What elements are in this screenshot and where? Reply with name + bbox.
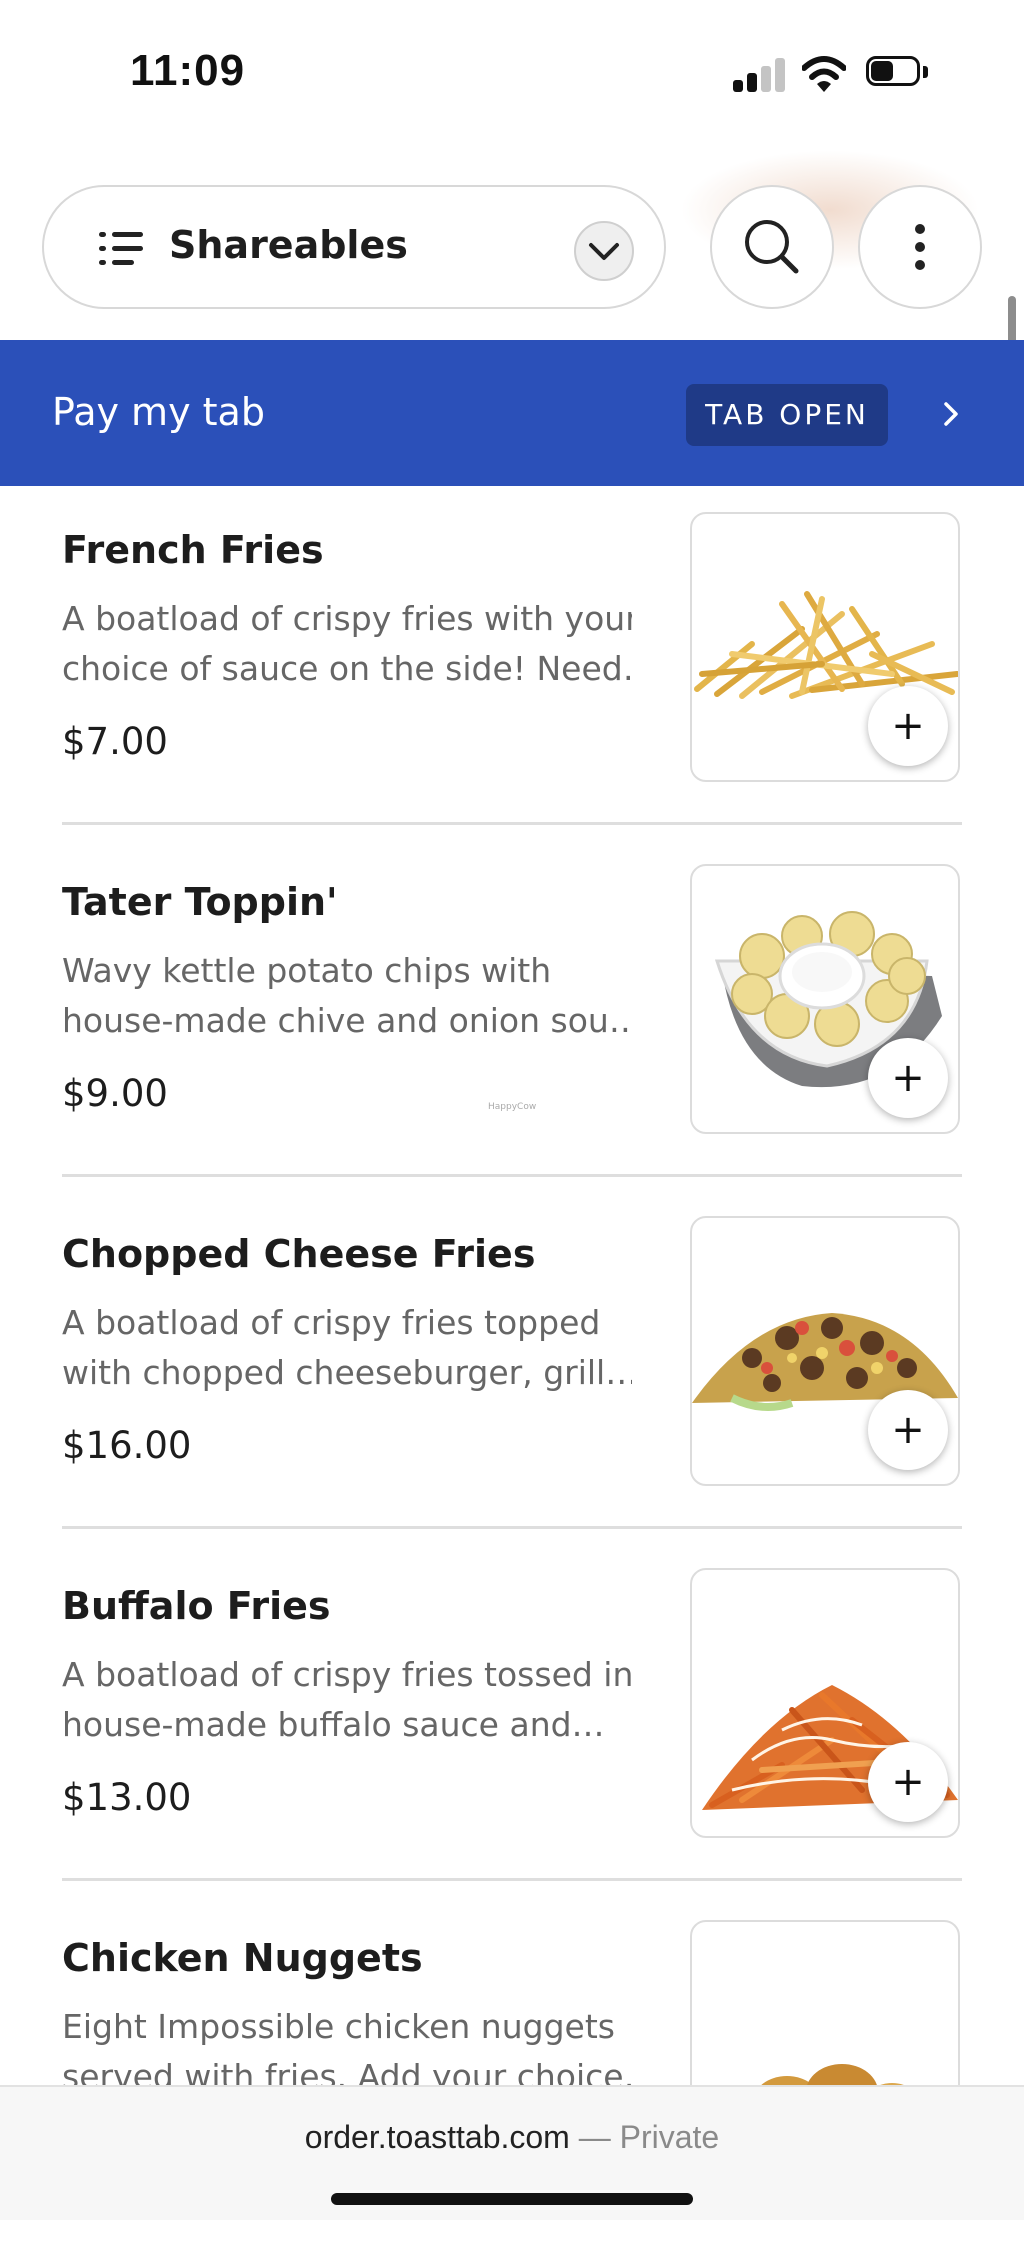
item-description-line: Wavy kettle potato chips with: [62, 951, 552, 990]
home-indicator[interactable]: [331, 2193, 693, 2205]
browser-address-bar[interactable]: order.toasttab.com — Private: [0, 2085, 1024, 2220]
menu-item[interactable]: Tater Toppin' Wavy kettle potato chips w…: [0, 838, 1024, 1190]
menu-item-list: French Fries A boatload of crispy fries …: [0, 486, 1024, 2246]
menu-item[interactable]: French Fries A boatload of crispy fries …: [0, 486, 1024, 838]
menu-item[interactable]: Chopped Cheese Fries A boatload of crisp…: [0, 1190, 1024, 1542]
item-description: A boatload of crispy fries tossed in hou…: [62, 1650, 632, 1750]
search-icon: [745, 220, 799, 274]
category-label: Shareables: [169, 223, 408, 267]
more-vertical-icon: [915, 224, 925, 270]
item-name: Chopped Cheese Fries: [62, 1232, 536, 1276]
item-description-line: with chopped cheeseburger, grill…: [62, 1353, 632, 1392]
category-selector[interactable]: Shareables: [42, 185, 666, 309]
item-price: $7.00: [62, 720, 168, 763]
list-icon: [99, 232, 143, 266]
add-item-button[interactable]: +: [868, 1038, 948, 1118]
pay-my-tab-banner[interactable]: Pay my tab TAB OPEN: [0, 340, 1024, 486]
divider: [62, 1526, 962, 1529]
add-item-button[interactable]: +: [868, 1742, 948, 1822]
item-name: Buffalo Fries: [62, 1584, 331, 1628]
url-domain: order.toasttab.com: [304, 2119, 570, 2155]
item-description: A boatload of crispy fries with your cho…: [62, 594, 632, 694]
cellular-signal-icon: [733, 56, 787, 92]
divider: [62, 1174, 962, 1177]
status-bar: 11:09: [0, 0, 1024, 150]
item-description-line: A boatload of crispy fries topped: [62, 1303, 601, 1342]
chevron-down-icon[interactable]: [574, 221, 634, 281]
item-description-line: house-made chive and onion sou…: [62, 1001, 632, 1040]
wifi-icon: [802, 56, 846, 92]
watermark: HappyCow: [488, 1102, 537, 1112]
url-separator: —: [578, 2119, 611, 2155]
pay-my-tab-label: Pay my tab: [52, 390, 265, 434]
item-price: $9.00: [62, 1072, 168, 1115]
add-item-button[interactable]: +: [868, 686, 948, 766]
item-description-line: Eight Impossible chicken nuggets: [62, 2007, 615, 2046]
item-name: Chicken Nuggets: [62, 1936, 423, 1980]
chevron-right-icon: [944, 402, 958, 426]
more-options-button[interactable]: [858, 185, 982, 309]
url-row: order.toasttab.com — Private: [0, 2119, 1024, 2156]
search-button[interactable]: [710, 185, 834, 309]
divider: [62, 822, 962, 825]
battery-icon: [866, 56, 930, 90]
item-description-line: A boatload of crispy fries tossed in: [62, 1655, 632, 1694]
item-description-line: choice of sauce on the side! Need…: [62, 649, 632, 688]
item-description: Wavy kettle potato chips with house-made…: [62, 946, 632, 1046]
item-description: A boatload of crispy fries topped with c…: [62, 1298, 632, 1398]
tab-status-badge: TAB OPEN: [686, 384, 888, 446]
item-name: French Fries: [62, 528, 324, 572]
item-name: Tater Toppin': [62, 880, 338, 924]
item-description-line: A boatload of crispy fries with your: [62, 599, 632, 638]
menu-item[interactable]: Buffalo Fries A boatload of crispy fries…: [0, 1542, 1024, 1894]
status-time: 11:09: [130, 46, 246, 95]
item-price: $16.00: [62, 1424, 192, 1467]
private-label: Private: [619, 2119, 720, 2155]
divider: [62, 1878, 962, 1881]
add-item-button[interactable]: +: [868, 1390, 948, 1470]
item-price: $13.00: [62, 1776, 192, 1819]
item-description-line: house-made buffalo sauce and…: [62, 1705, 605, 1744]
